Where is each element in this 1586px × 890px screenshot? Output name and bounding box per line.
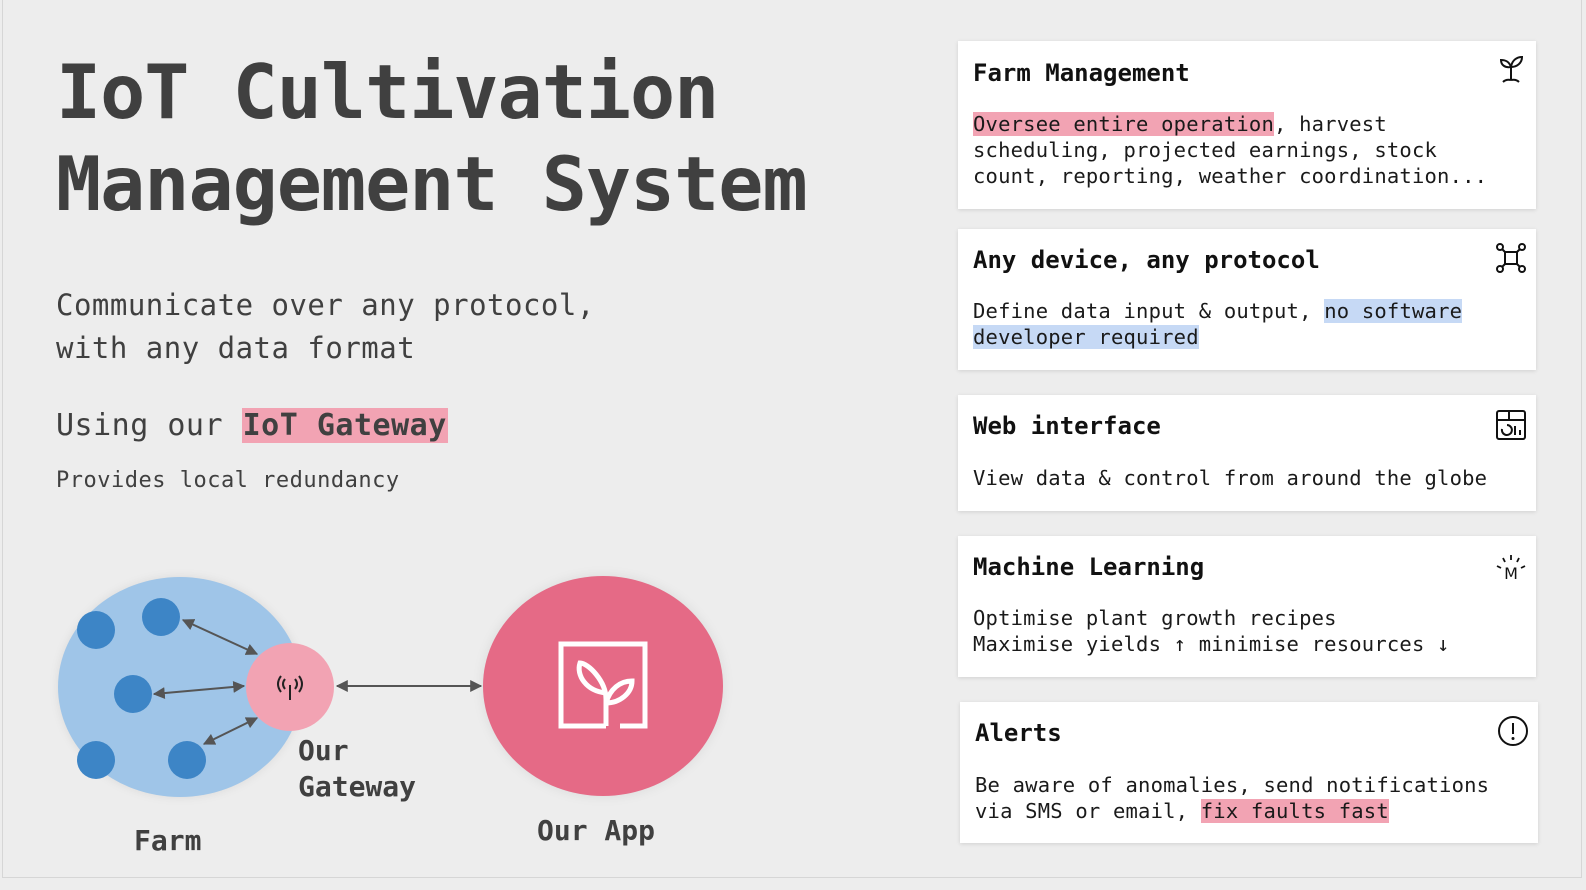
connection-arrows	[152, 619, 483, 745]
card-title: Any device, any protocol	[973, 246, 1320, 274]
network-nodes-icon	[1494, 241, 1528, 275]
card-title: Machine Learning	[973, 553, 1205, 581]
card-title: Farm Management	[973, 59, 1190, 87]
card-body: Oversee entire operation, harvest schedu…	[973, 111, 1487, 189]
card-body: Define data input & output, no software …	[973, 298, 1463, 350]
card-title: Web interface	[973, 412, 1161, 440]
alert-icon	[1496, 714, 1530, 748]
card-any-device: Any device, any protocol Define data inp…	[958, 229, 1536, 370]
gateway-label-line-2: Gateway	[298, 770, 417, 803]
card-body-highlight: fix faults fast	[1200, 799, 1389, 823]
architecture-diagram: Farm Our Gateway Our App	[0, 0, 900, 890]
card-body-text: Define data input & output,	[973, 299, 1325, 323]
card-title: Alerts	[975, 719, 1062, 747]
app-label: Our App	[537, 814, 656, 847]
svg-text:M: M	[1504, 564, 1518, 582]
gateway-label-line-1: Our	[298, 734, 349, 767]
farm-label: Farm	[134, 824, 202, 857]
card-body: Optimise plant growth recipes Maximise y…	[973, 606, 1450, 656]
card-body: Be aware of anomalies, send notification…	[975, 772, 1489, 824]
card-machine-learning: Machine Learning M Optimise plant growth…	[958, 536, 1536, 677]
sensor-gateway-arrow	[202, 717, 259, 745]
gateway-circle	[246, 643, 334, 731]
dashboard-icon	[1494, 408, 1528, 442]
card-body: View data & control from around the glob…	[973, 466, 1488, 490]
gateway-label: Our Gateway	[298, 733, 416, 805]
sensor-gateway-arrow	[152, 680, 246, 700]
card-web-interface: Web interface View data & control from a…	[958, 395, 1536, 511]
sprout-logo-icon	[558, 641, 648, 729]
sprout-icon	[1494, 53, 1528, 87]
card-body-highlight: Oversee entire operation	[973, 112, 1275, 136]
antenna-icon	[277, 675, 303, 700]
sensor-gateway-arrow	[181, 619, 259, 655]
card-alerts: Alerts Be aware of anomalies, send notif…	[960, 702, 1538, 843]
app-circle	[483, 576, 723, 796]
card-farm-management: Farm Management Oversee entire operation…	[958, 41, 1536, 209]
machine-learning-icon: M	[1494, 550, 1528, 584]
